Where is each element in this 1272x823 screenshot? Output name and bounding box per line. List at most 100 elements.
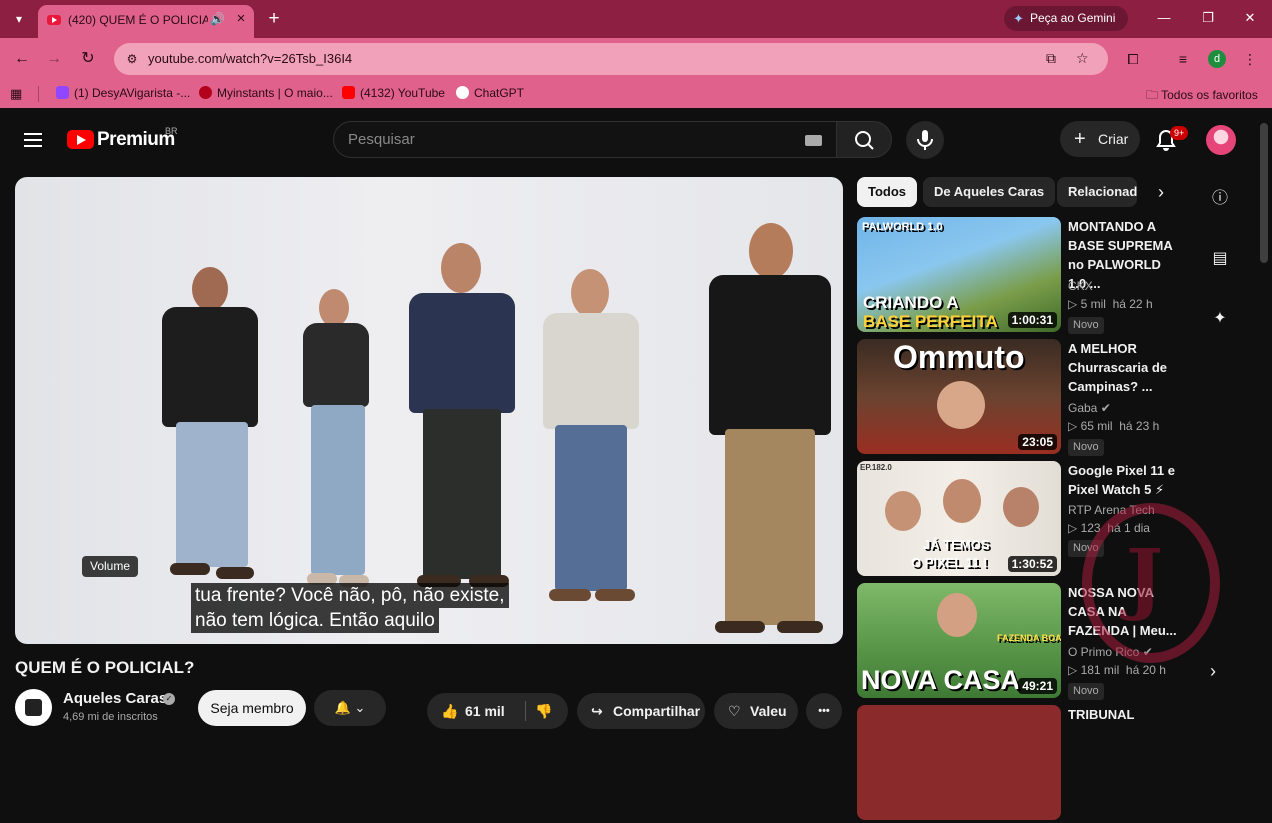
sparkle-icon[interactable]: ✦ (1208, 307, 1232, 331)
video-thumbnail[interactable]: EP.182.0 JÁ TEMOS O PIXEL 11 ! 1:30:52 (857, 461, 1061, 576)
all-bookmarks-folder[interactable]: 🗀 Todos os favoritos (1146, 86, 1258, 107)
view-count: 181 mil (1080, 663, 1120, 677)
bookmark-item[interactable]: (1) DesyAVigarista -... (56, 86, 190, 100)
extensions-puzzle-icon[interactable]: ⧠ (1123, 49, 1143, 69)
bookmarks-divider (38, 86, 39, 102)
restore-icon[interactable]: ❐ (1188, 6, 1228, 30)
chevron-right-icon[interactable]: › (1210, 661, 1216, 682)
gemini-star-icon: ✦ (1013, 11, 1024, 26)
subscriber-count: 4,69 mi de inscritos (63, 711, 158, 723)
recommendation-item[interactable]: TRIBUNAL (857, 705, 1187, 823)
apps-grid-icon[interactable]: ▦ (10, 86, 22, 102)
browser-profile-avatar[interactable]: d (1208, 50, 1226, 68)
video-frame-person (535, 269, 645, 603)
country-code: BR (165, 126, 178, 136)
speaker-icon[interactable]: 🔊 (210, 12, 225, 26)
video-thumbnail[interactable]: Ommuto 23:05 (857, 339, 1061, 454)
upload-age: há 20 h (1125, 663, 1166, 677)
video-captions: tua frente? Você não, pô, não existe, nã… (191, 583, 509, 633)
recommendation-item[interactable]: Ommuto 23:05 A MELHOR Churrascaria de Ca… (857, 339, 1187, 457)
browser-toolbar: ← → ↻ ⚙ youtube.com/watch?v=26Tsb_I36I4 … (0, 38, 1272, 80)
recommendation-item[interactable]: PALWORLD 1.0 CRIANDO A BASE PERFEITA 1:0… (857, 217, 1187, 335)
chatgpt-icon (456, 86, 469, 99)
like-count[interactable]: 61 mil (465, 693, 505, 729)
plus-icon: + (1074, 128, 1086, 150)
verified-check-icon: ✔ (1100, 401, 1111, 415)
tab-search-chevron-icon[interactable]: ▾ (6, 6, 32, 32)
bookmark-item[interactable]: (4132) YouTube (342, 86, 445, 100)
recommendation-title[interactable]: Google Pixel 11 e Pixel Watch 5 ⚡ (1068, 461, 1180, 499)
share-label: Compartilhar (613, 703, 701, 719)
thumb-face (943, 479, 981, 523)
video-thumbnail[interactable] (857, 705, 1061, 820)
media-controls-icon[interactable]: ≡ (1173, 49, 1193, 69)
thumb-face (937, 381, 985, 429)
subscribed-bell-button[interactable]: 🔔 ⌄ (314, 690, 386, 726)
address-bar[interactable]: ⚙ youtube.com/watch?v=26Tsb_I36I4 ⧉ ☆ (114, 43, 1108, 75)
bookmark-label: ChatGPT (474, 86, 525, 100)
browser-menu-icon[interactable]: ⋮ (1240, 49, 1260, 69)
browser-tab-active[interactable]: (420) QUEM É O POLICIAL? 🔊 × (38, 5, 254, 38)
chevron-right-icon[interactable]: › (1150, 181, 1172, 203)
thumbs-up-icon[interactable]: 👍 (441, 693, 458, 729)
thumbs-down-icon[interactable]: 👎 (535, 693, 552, 729)
thumb-text: O PIXEL 11 ! (911, 555, 988, 570)
thumb-text: Ommuto (893, 339, 1025, 375)
tab-title: (420) QUEM É O POLICIAL? (68, 13, 208, 27)
video-thumbnail[interactable]: FAZENDA BOA VISTA NOVA CASA 49:21 (857, 583, 1061, 698)
youtube-icon (342, 86, 355, 99)
recommendation-channel[interactable]: Gaba ✔ (1068, 401, 1111, 415)
youtube-favicon-icon (47, 15, 61, 25)
reload-icon[interactable]: ↻ (76, 47, 100, 71)
more-actions-icon[interactable]: ••• (806, 693, 842, 729)
video-player[interactable]: Volume tua frente? Você não, pô, não exi… (15, 177, 843, 644)
chat-icon[interactable]: ▤ (1208, 247, 1232, 271)
channel-avatar[interactable] (15, 689, 52, 726)
back-arrow-icon[interactable]: ← (10, 47, 34, 71)
minimize-icon[interactable]: — (1144, 6, 1184, 30)
bookmark-item[interactable]: ChatGPT (456, 86, 524, 100)
keyboard-icon[interactable] (805, 135, 822, 146)
chip-de-aqueles-caras[interactable]: De Aqueles Caras (923, 177, 1056, 207)
recommendation-title[interactable]: A MELHOR Churrascaria de Campinas? ... (1068, 339, 1180, 396)
browser-tab-strip: ▾ (420) QUEM É O POLICIAL? 🔊 × + ✦ Peça … (0, 0, 1272, 38)
bookmark-item[interactable]: Myinstants | O maio... (199, 86, 333, 100)
info-icon[interactable]: ⓘ (1208, 187, 1232, 211)
thumb-text: JÁ TEMOS (923, 537, 990, 552)
close-tab-icon[interactable]: × (232, 10, 250, 28)
channel-name[interactable]: Aqueles Caras (63, 690, 167, 707)
video-frame-person (705, 223, 835, 643)
share-button[interactable]: ↪ Compartilhar (577, 693, 705, 729)
recommendation-stats: ▷ 181 mil há 20 h (1068, 663, 1166, 677)
close-window-icon[interactable]: ✕ (1230, 6, 1270, 30)
search-button[interactable] (837, 121, 892, 158)
thumb-text: CRIANDO A (863, 293, 959, 312)
install-app-icon[interactable]: ⧉ (1046, 50, 1056, 67)
gemini-button[interactable]: ✦ Peça ao Gemini (1004, 6, 1128, 31)
recommendation-channel[interactable]: CKX (1068, 279, 1093, 293)
video-frame-person (150, 267, 270, 587)
bookmark-star-icon[interactable]: ☆ (1076, 50, 1089, 67)
video-thumbnail[interactable]: PALWORLD 1.0 CRIANDO A BASE PERFEITA 1:0… (857, 217, 1061, 332)
join-membership-button[interactable]: Seja membro (198, 690, 306, 726)
site-info-icon[interactable]: ⚙ (124, 51, 140, 67)
forward-arrow-icon[interactable]: → (42, 47, 66, 71)
thanks-button[interactable]: ♡ Valeu (714, 693, 798, 729)
volume-tooltip: Volume (82, 556, 139, 577)
account-avatar[interactable] (1206, 125, 1236, 155)
upload-age: há 23 h (1119, 419, 1160, 433)
view-count: 65 mil (1080, 419, 1113, 433)
recommendation-title[interactable]: TRIBUNAL (1068, 705, 1180, 724)
chip-relacionados[interactable]: Relacionados (1057, 177, 1137, 207)
url-text[interactable]: youtube.com/watch?v=26Tsb_I36I4 (148, 51, 352, 66)
create-button[interactable]: + Criar (1060, 121, 1140, 157)
search-box[interactable]: Pesquisar (333, 121, 837, 158)
hamburger-menu-icon[interactable] (24, 133, 42, 147)
new-tab-button[interactable]: + (262, 7, 286, 31)
myinstants-icon (199, 86, 212, 99)
page-scrollbar[interactable] (1260, 123, 1268, 263)
chip-todos[interactable]: Todos (857, 177, 918, 207)
voice-search-button[interactable] (906, 121, 944, 159)
thumb-text: BASE PERFEITA (863, 312, 998, 331)
search-input[interactable]: Pesquisar (348, 131, 415, 148)
